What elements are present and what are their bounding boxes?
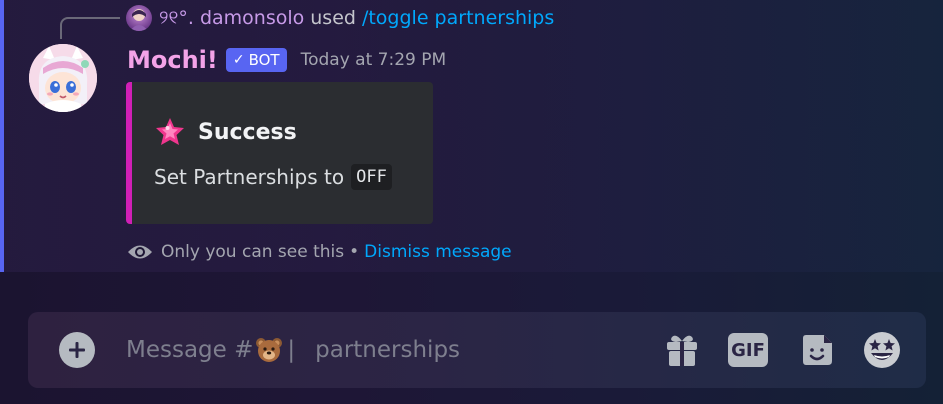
message-header: Mochi! ✓ BOT Today at 7:29 PM xyxy=(127,44,446,76)
text-cursor: | xyxy=(287,337,296,363)
reply-spine xyxy=(60,17,120,39)
placeholder-channel: partnerships xyxy=(315,337,461,363)
bot-tag: ✓ BOT xyxy=(225,48,287,72)
message-composer[interactable]: Message # | partnerships GIF xyxy=(28,312,926,388)
message-timestamp[interactable]: Today at 7:29 PM xyxy=(301,50,447,70)
reply-avatar[interactable] xyxy=(126,5,152,31)
embed-title: Success xyxy=(154,116,297,148)
embed-accent-bar xyxy=(126,82,132,224)
embed-description: Set Partnerships to OFF xyxy=(154,164,392,190)
embed-title-text: Success xyxy=(198,119,297,145)
reply-used-text: used xyxy=(310,7,356,29)
eye-icon xyxy=(127,243,153,261)
ephemeral-text: Only you can see this xyxy=(161,242,345,262)
message-input[interactable]: Message # | partnerships xyxy=(126,334,460,366)
gift-icon[interactable] xyxy=(662,330,702,370)
plus-icon[interactable] xyxy=(59,332,95,368)
emoji-icon[interactable] xyxy=(862,330,902,370)
dismiss-message-link[interactable]: Dismiss message xyxy=(364,242,511,262)
inline-code-value: OFF xyxy=(351,164,392,190)
mention-highlight-bar xyxy=(0,0,4,272)
placeholder-prefix: Message # xyxy=(126,337,254,363)
gif-icon[interactable]: GIF xyxy=(728,330,768,370)
ephemeral-notice: Only you can see this • Dismiss message xyxy=(127,240,512,264)
author-name[interactable]: Mochi! xyxy=(127,46,218,74)
embed-description-text: Set Partnerships to xyxy=(154,165,345,189)
verified-check-icon: ✓ xyxy=(232,52,245,68)
ephemeral-separator: • xyxy=(349,242,360,262)
reply-username[interactable]: ୨୧°. damonsolo xyxy=(159,7,304,29)
sticker-icon[interactable] xyxy=(797,330,837,370)
bear-face-emoji xyxy=(255,336,283,364)
embed-card: Success Set Partnerships to OFF xyxy=(126,82,433,224)
reply-command[interactable]: /toggle partnerships xyxy=(362,7,554,29)
bot-avatar[interactable] xyxy=(29,44,97,112)
bot-tag-label: BOT xyxy=(248,51,280,69)
pink-star-icon xyxy=(154,116,186,148)
gif-label: GIF xyxy=(728,333,768,367)
reply-context[interactable]: ୨୧°. damonsolo used /toggle partnerships xyxy=(126,4,554,32)
